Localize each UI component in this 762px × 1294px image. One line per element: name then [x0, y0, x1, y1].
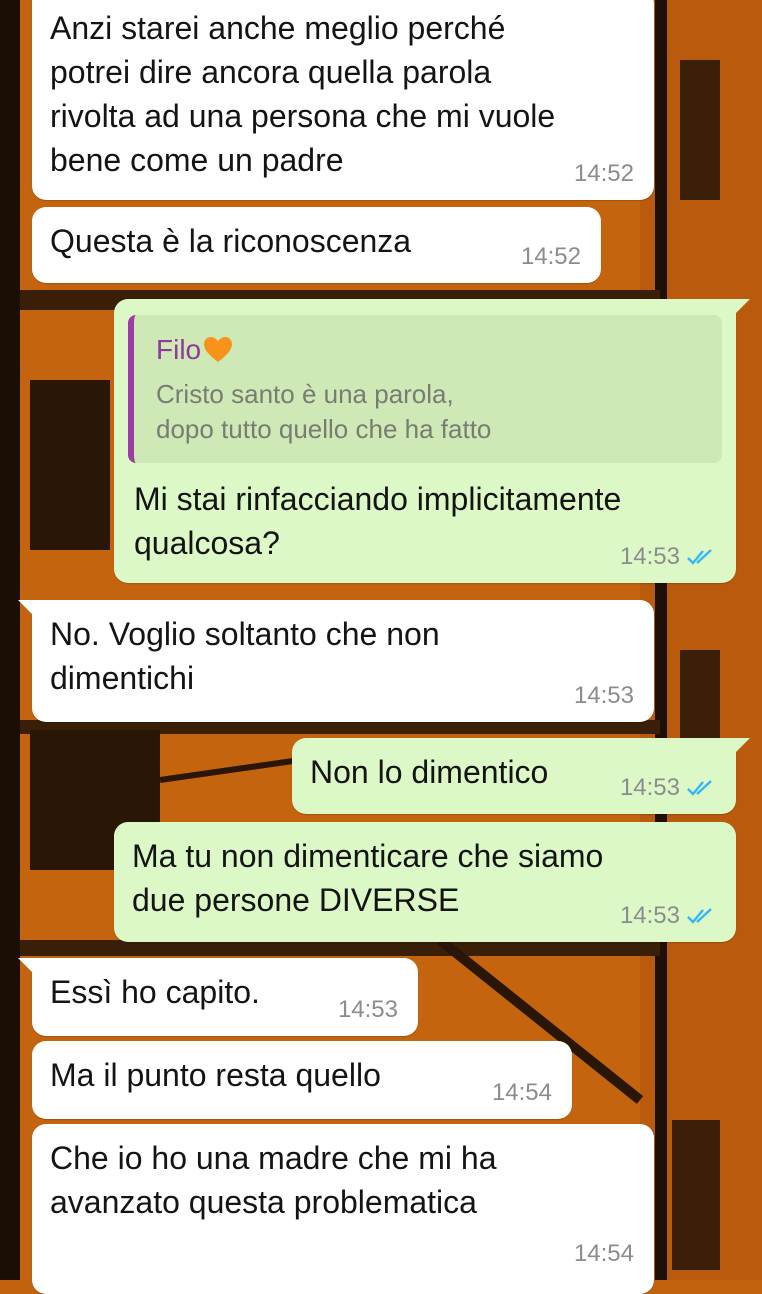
message-text: Che io ho una madre che mi ha avanzato q… — [50, 1140, 497, 1220]
message-outgoing[interactable]: Ma tu non dimenticare che siamo due pers… — [114, 822, 736, 942]
message-incoming[interactable]: Questa è la riconoscenza 14:52 — [32, 207, 601, 283]
message-incoming[interactable]: Essì ho capito. 14:53 — [18, 958, 418, 1036]
message-text: Questa è la riconoscenza — [50, 223, 412, 259]
message-time: 14:54 — [573, 1240, 634, 1267]
bubble-tail — [730, 299, 750, 319]
message-text: Ma il punto resta quello — [50, 1057, 381, 1093]
message-incoming[interactable]: Che io ho una madre che mi ha avanzato q… — [32, 1124, 654, 1294]
message-incoming[interactable]: No. Voglio soltanto che non dimentichi 1… — [18, 600, 654, 722]
message-incoming[interactable]: Anzi starei anche meglio perché potrei d… — [32, 0, 654, 200]
message-time: 14:53 — [619, 902, 680, 929]
message-time: 14:53 — [619, 543, 680, 570]
message-outgoing[interactable]: Non lo dimentico 14:53 — [292, 738, 750, 814]
double-check-icon — [687, 908, 712, 924]
bubble-tail — [18, 600, 38, 620]
message-text: Mi stai rinfacciando implicitamente qual… — [134, 481, 622, 561]
bubble-tail — [18, 958, 38, 978]
message-text: Anzi starei anche meglio perché potrei d… — [50, 10, 556, 178]
double-check-icon — [687, 549, 712, 565]
message-time: 14:54 — [491, 1079, 552, 1106]
quoted-text: Cristo santo è una parola, dopo tutto qu… — [156, 379, 492, 444]
message-time: 14:52 — [573, 160, 634, 187]
bubble-tail — [730, 738, 750, 758]
chat-area[interactable]: Anzi starei anche meglio perché potrei d… — [0, 0, 762, 1294]
quoted-author: Filo — [156, 333, 702, 367]
quoted-message[interactable]: Filo Cristo santo è una parola, dopo tut… — [128, 315, 722, 463]
message-time: 14:53 — [573, 682, 634, 709]
quoted-author-name: Filo — [156, 334, 202, 365]
message-outgoing[interactable]: Filo Cristo santo è una parola, dopo tut… — [114, 299, 750, 583]
double-check-icon — [687, 780, 712, 796]
message-text: No. Voglio soltanto che non dimentichi — [50, 616, 440, 696]
message-incoming[interactable]: Ma il punto resta quello 14:54 — [32, 1041, 572, 1119]
message-time: 14:52 — [520, 243, 581, 270]
message-time: 14:53 — [619, 774, 680, 801]
orange-heart-icon — [204, 337, 233, 362]
message-time: 14:53 — [337, 996, 398, 1023]
